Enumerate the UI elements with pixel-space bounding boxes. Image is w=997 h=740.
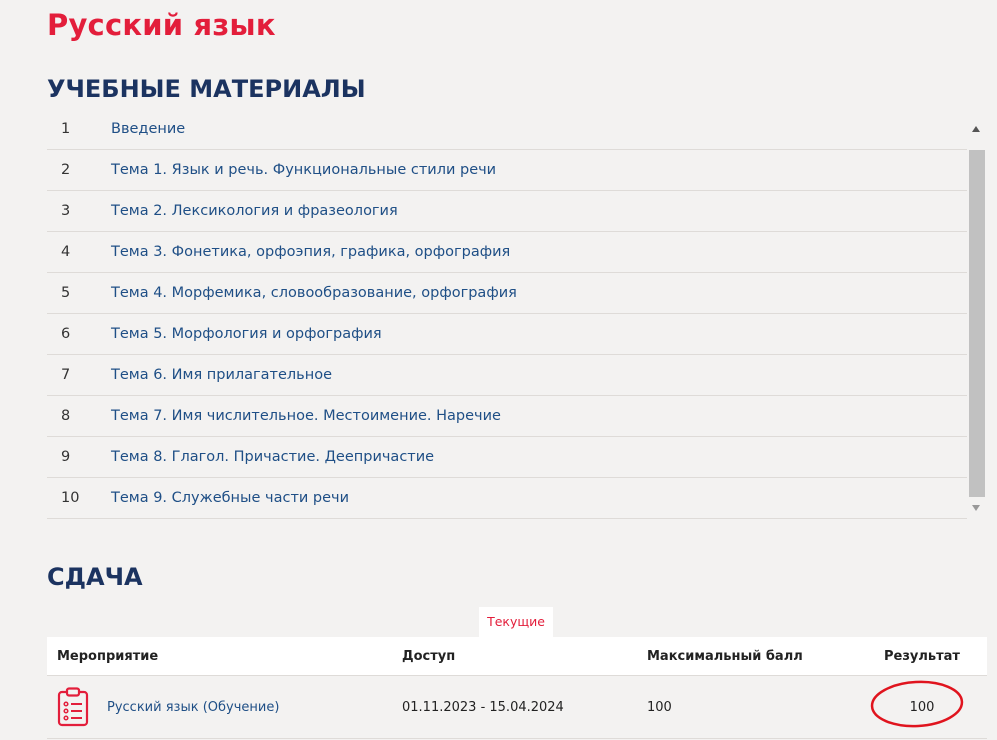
table-header-row: Мероприятие Доступ Максимальный балл Рез… xyxy=(47,637,987,676)
material-number: 4 xyxy=(61,244,71,260)
material-link[interactable]: Введение xyxy=(111,121,185,137)
material-number: 9 xyxy=(61,449,71,465)
material-item-6[interactable]: 6 Тема 5. Морфология и орфография xyxy=(47,314,967,355)
material-number: 1 xyxy=(61,121,71,137)
material-item-10[interactable]: 10 Тема 9. Служебные части речи xyxy=(47,478,967,519)
material-item-1[interactable]: 1 Введение xyxy=(47,109,967,150)
scrollbar-thumb[interactable] xyxy=(969,150,985,497)
column-header-result: Результат xyxy=(857,637,987,676)
triangle-up-icon[interactable] xyxy=(972,126,980,132)
event-link[interactable]: Русский язык (Обучение) xyxy=(107,700,279,715)
access-cell: 01.11.2023 - 15.04.2024 xyxy=(392,675,637,739)
material-number: 7 xyxy=(61,367,71,383)
material-link[interactable]: Тема 8. Глагол. Причастие. Деепричастие xyxy=(111,449,434,465)
material-link[interactable]: Тема 3. Фонетика, орфоэпия, графика, орф… xyxy=(111,244,510,260)
material-number: 5 xyxy=(61,285,71,301)
material-link[interactable]: Тема 2. Лексикология и фразеология xyxy=(111,203,398,219)
material-link[interactable]: Тема 7. Имя числительное. Местоимение. Н… xyxy=(111,408,501,424)
material-number: 6 xyxy=(61,326,71,342)
material-item-5[interactable]: 5 Тема 4. Морфемика, словообразование, о… xyxy=(47,273,967,314)
event-cell: Русский язык (Обучение) xyxy=(47,675,392,739)
material-item-9[interactable]: 9 Тема 8. Глагол. Причастие. Деепричасти… xyxy=(47,437,967,478)
material-number: 8 xyxy=(61,408,71,424)
materials-scrollbar[interactable] xyxy=(967,120,987,518)
column-header-max-score: Максимальный балл xyxy=(637,637,857,676)
material-number: 3 xyxy=(61,203,71,219)
material-number: 10 xyxy=(61,490,80,506)
material-item-8[interactable]: 8 Тема 7. Имя числительное. Местоимение.… xyxy=(47,396,967,437)
material-item-2[interactable]: 2 Тема 1. Язык и речь. Функциональные ст… xyxy=(47,150,967,191)
material-link[interactable]: Тема 4. Морфемика, словообразование, орф… xyxy=(111,285,517,301)
column-header-access: Доступ xyxy=(392,637,637,676)
events-table: Мероприятие Доступ Максимальный балл Рез… xyxy=(47,637,987,739)
material-link[interactable]: Тема 5. Морфология и орфография xyxy=(111,326,382,342)
submission-section-title: СДАЧА xyxy=(47,563,143,591)
clipboard-list-icon[interactable] xyxy=(57,687,89,727)
material-item-3[interactable]: 3 Тема 2. Лексикология и фразеология xyxy=(47,191,967,232)
material-link[interactable]: Тема 6. Имя прилагательное xyxy=(111,367,332,383)
triangle-down-icon[interactable] xyxy=(972,505,980,511)
table-row: Русский язык (Обучение) 01.11.2023 - 15.… xyxy=(47,675,987,739)
material-link[interactable]: Тема 1. Язык и речь. Функциональные стил… xyxy=(111,162,496,178)
material-item-4[interactable]: 4 Тема 3. Фонетика, орфоэпия, графика, о… xyxy=(47,232,967,273)
result-value-wrap: 100 xyxy=(870,680,963,727)
result-value: 100 xyxy=(909,699,935,715)
materials-section-title: УЧЕБНЫЕ МАТЕРИАЛЫ xyxy=(47,75,366,103)
material-number: 2 xyxy=(61,162,71,178)
tab-current[interactable]: Текущие xyxy=(479,607,553,637)
material-link[interactable]: Тема 9. Служебные части речи xyxy=(111,490,349,506)
materials-list: 1 Введение 2 Тема 1. Язык и речь. Функци… xyxy=(47,109,967,519)
page-title: Русский язык xyxy=(47,8,276,42)
result-cell: 100 xyxy=(857,675,987,739)
max-score-cell: 100 xyxy=(637,675,857,739)
material-item-7[interactable]: 7 Тема 6. Имя прилагательное xyxy=(47,355,967,396)
column-header-event: Мероприятие xyxy=(47,637,392,676)
